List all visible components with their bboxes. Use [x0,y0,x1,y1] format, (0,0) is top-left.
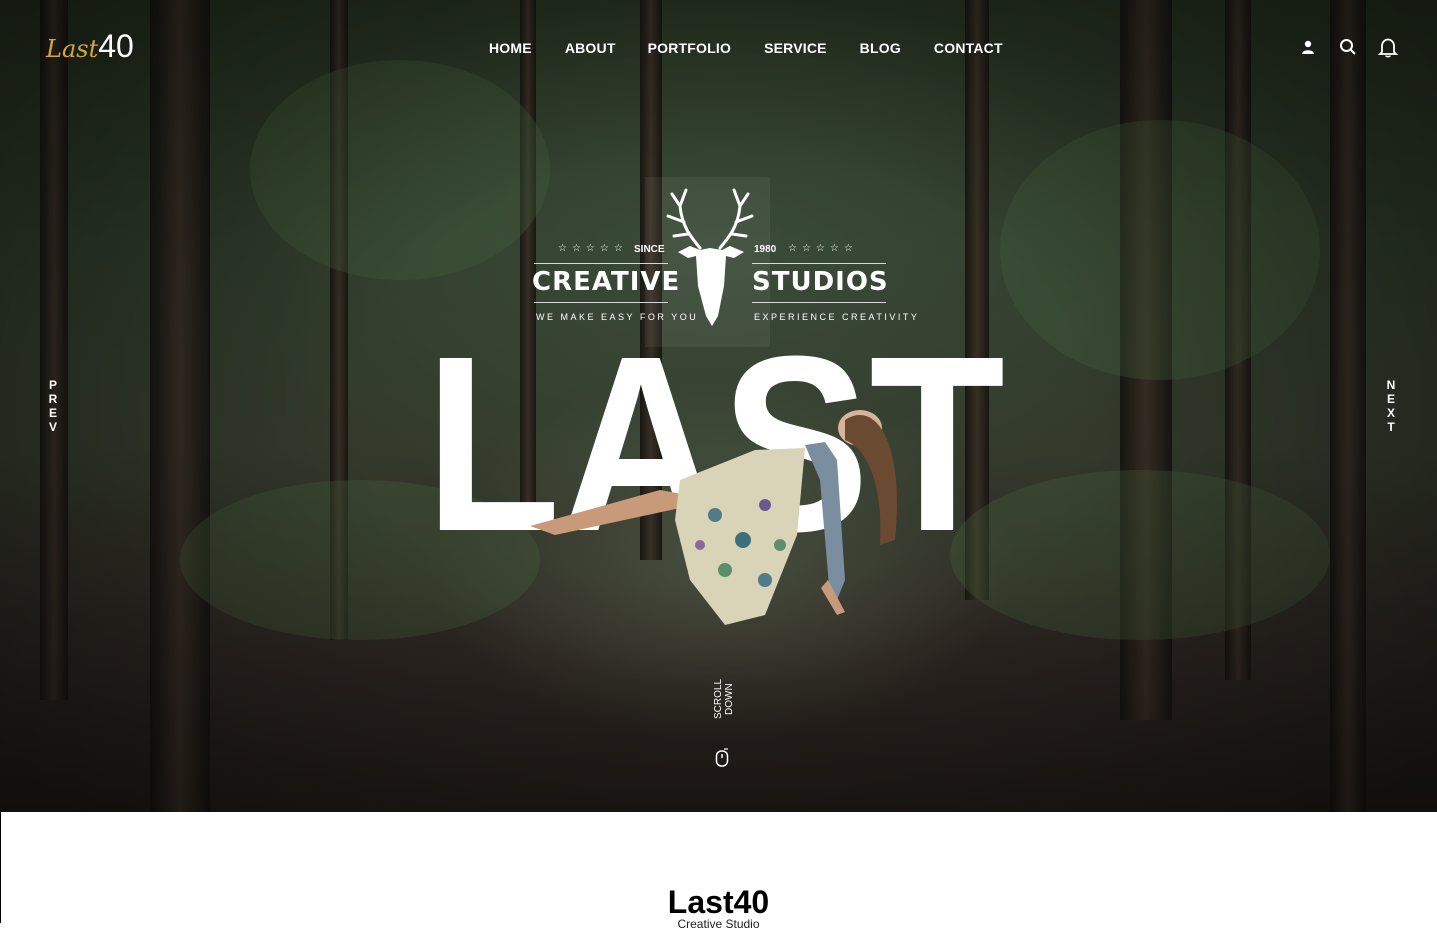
next-letter: X [1386,406,1395,420]
nav-item-blog[interactable]: BLOG [860,40,901,56]
nav-item-service[interactable]: SERVICE [764,40,827,56]
stars-right: ☆☆☆☆☆ [788,243,858,254]
next-slide-button[interactable]: NEXT [1384,378,1398,434]
hero-slider: Last 40 HOME ABOUT PORTFOLIO SERVICE BLO… [0,0,1437,812]
prev-letter: P [48,378,57,392]
nav-item-home[interactable]: HOME [489,40,532,56]
badge-rule [534,263,668,264]
scroll-down-indicator[interactable]: SCROLL DOWN [713,664,735,774]
nav-item-about[interactable]: ABOUT [565,40,616,56]
badge-right-title: STUDIOS [752,267,889,297]
stars-left: ☆☆☆☆☆ [558,243,628,254]
hero-headline: LAST [425,330,1005,625]
badge-left-title: CREATIVE [532,267,681,297]
scroll-down-label: SCROLL DOWN [713,679,735,720]
header-icons [1297,36,1399,58]
prev-letter: E [48,406,57,420]
search-icon[interactable] [1337,36,1359,58]
main-nav: HOME ABOUT PORTFOLIO SERVICE BLOG CONTAC… [489,40,1003,56]
badge-rule [752,302,886,303]
badge-rule [752,263,886,264]
deer-head-icon [666,188,754,326]
section-title: Last40 [667,884,770,920]
logo-number: 40 [98,28,134,64]
next-letter: T [1387,420,1395,434]
badge-rule [534,302,668,303]
bell-icon[interactable] [1377,36,1399,58]
prev-letter: R [48,392,58,406]
prev-letter: V [48,420,57,434]
site-logo[interactable]: Last 40 [46,28,134,68]
user-icon[interactable] [1297,36,1319,58]
badge-right-tagline: EXPERIENCE CREATIVITY [754,312,920,322]
next-letter: E [1386,392,1395,406]
logo-script: Last [46,35,99,63]
prev-slide-button[interactable]: PREV [46,378,60,434]
next-letter: N [1386,378,1396,392]
section-subtitle: Creative Studio [677,917,760,931]
nav-item-contact[interactable]: CONTACT [934,40,1003,56]
nav-item-portfolio[interactable]: PORTFOLIO [648,40,731,56]
mouse-icon [715,748,729,767]
